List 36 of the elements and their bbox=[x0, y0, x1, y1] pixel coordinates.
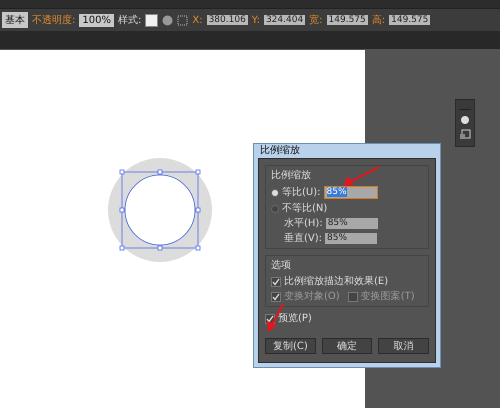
stroke-style-dropdown[interactable]: 基本 bbox=[2, 12, 28, 28]
number-field[interactable]: 380.106 bbox=[206, 15, 248, 25]
radio-button[interactable] bbox=[271, 204, 279, 212]
checkbox-label: 变换对象(O) bbox=[284, 291, 340, 302]
dialog-button[interactable]: 复制(C) bbox=[265, 338, 316, 354]
dialog-button[interactable]: 取消 bbox=[378, 338, 430, 354]
dialog-title: 比例缩放 bbox=[259, 144, 301, 158]
style-label: 样式: bbox=[118, 14, 142, 27]
checkbox-label: 预览(P) bbox=[278, 313, 312, 324]
annotation-arrow bbox=[342, 166, 380, 188]
field-label: 垂直(V): bbox=[284, 233, 322, 244]
field-label: 水平(H): bbox=[284, 218, 323, 229]
dialog-button[interactable]: 确定 bbox=[322, 338, 372, 354]
checkbox-label: 变换图案(T) bbox=[360, 291, 415, 302]
input-field[interactable]: 85% bbox=[325, 233, 378, 244]
opacity-dropdown[interactable]: 100% bbox=[79, 14, 114, 26]
radio-label: 不等比(N) bbox=[282, 203, 328, 214]
group-title: 选项 bbox=[271, 258, 291, 272]
number-field[interactable]: 149.575 bbox=[326, 15, 368, 25]
radio-label: 等比(U): bbox=[282, 187, 320, 198]
grid-icon[interactable] bbox=[177, 14, 188, 26]
tool-panel bbox=[455, 99, 475, 147]
number-field[interactable]: 149.575 bbox=[389, 15, 430, 25]
group-title: 比例缩放 bbox=[271, 168, 311, 182]
input-field[interactable]: 85% bbox=[326, 218, 378, 229]
style-swatch[interactable] bbox=[145, 14, 158, 26]
field-label: 宽: bbox=[309, 14, 323, 27]
checkbox[interactable] bbox=[271, 276, 281, 286]
field-label: X: bbox=[192, 14, 203, 26]
radio-button[interactable] bbox=[271, 188, 279, 196]
number-field[interactable]: 324.404 bbox=[264, 15, 306, 25]
checkbox-label: 比例缩放描边和效果(E) bbox=[284, 276, 388, 287]
field-label: 高: bbox=[372, 14, 386, 27]
input-field[interactable]: 85% bbox=[324, 186, 378, 199]
opacity-label: 不透明度: bbox=[32, 14, 76, 27]
field-label: Y: bbox=[252, 14, 260, 26]
